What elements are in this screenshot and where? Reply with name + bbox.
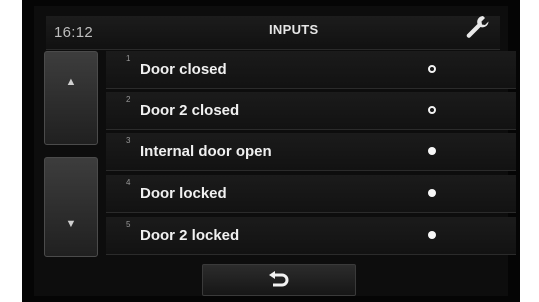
input-state-indicator xyxy=(428,106,436,114)
input-label: Internal door open xyxy=(140,143,272,160)
input-state-indicator xyxy=(428,147,436,155)
return-arrow-icon xyxy=(269,271,289,287)
scroll-down-button[interactable]: ▼ xyxy=(44,157,98,257)
input-label: Door 2 locked xyxy=(140,227,240,244)
page-title: INPUTS xyxy=(269,22,319,37)
input-state-indicator xyxy=(428,231,436,239)
input-state-indicator xyxy=(428,65,436,73)
clock-time: 16:12 xyxy=(54,24,94,41)
input-row-4[interactable]: 4 Door locked xyxy=(106,175,516,213)
input-label: Door locked xyxy=(140,185,227,202)
triangle-up-icon: ▲ xyxy=(65,76,77,88)
input-number: 4 xyxy=(126,178,131,187)
input-number: 2 xyxy=(126,95,131,104)
input-state-indicator xyxy=(428,189,436,197)
input-number: 1 xyxy=(126,54,131,63)
input-number: 5 xyxy=(126,220,131,229)
input-label: Door 2 closed xyxy=(140,102,240,119)
input-row-5[interactable]: 5 Door 2 locked xyxy=(106,217,516,255)
scroll-up-button[interactable]: ▲ xyxy=(44,51,98,145)
input-row-2[interactable]: 2 Door 2 closed xyxy=(106,92,516,130)
input-number: 3 xyxy=(126,136,131,145)
triangle-down-icon: ▼ xyxy=(65,218,77,230)
input-row-1[interactable]: 1 Door closed xyxy=(106,51,516,89)
input-label: Door closed xyxy=(140,61,227,78)
back-button[interactable] xyxy=(202,264,356,296)
wrench-icon[interactable] xyxy=(464,14,490,40)
device-frame: 16:12 INPUTS ▲ ▼ 1 Door closed 2 Door 2 … xyxy=(22,0,520,302)
input-row-3[interactable]: 3 Internal door open xyxy=(106,133,516,171)
